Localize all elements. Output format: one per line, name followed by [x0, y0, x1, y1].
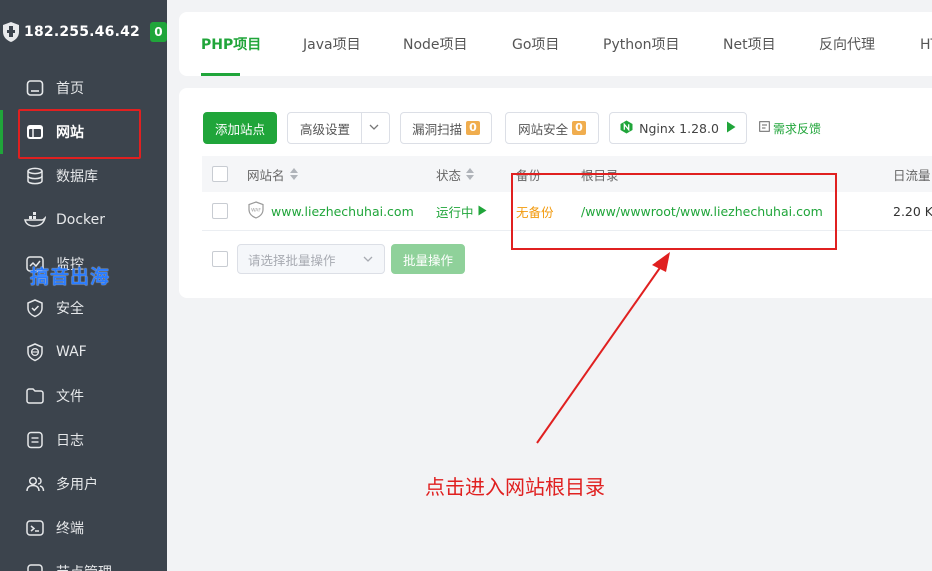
annotation-text: 点击进入网站根目录: [425, 475, 605, 499]
